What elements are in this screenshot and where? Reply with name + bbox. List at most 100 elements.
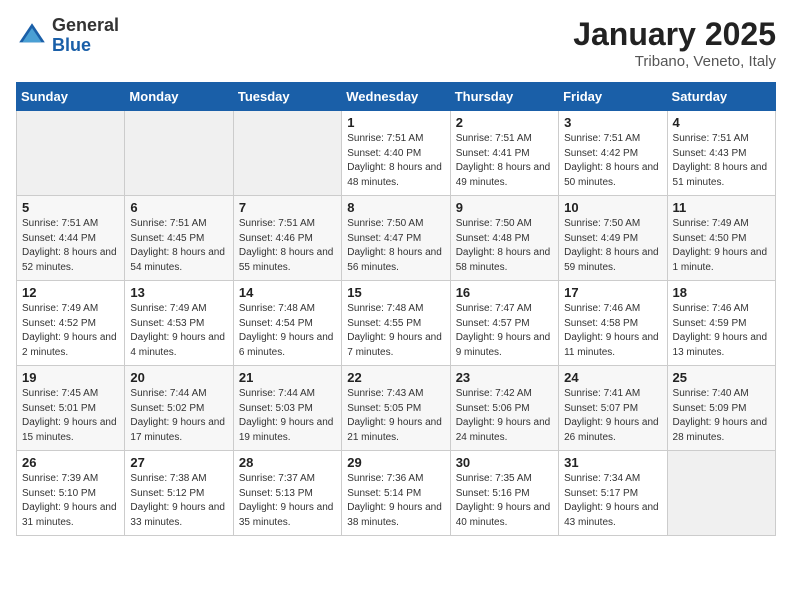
calendar-cell <box>125 111 233 196</box>
day-number: 26 <box>22 455 119 470</box>
calendar-cell: 3Sunrise: 7:51 AMSunset: 4:42 PMDaylight… <box>559 111 667 196</box>
logo-icon <box>16 20 48 52</box>
sunrise-text: Sunrise: 7:38 AM <box>130 472 227 487</box>
calendar-week-row: 19Sunrise: 7:45 AMSunset: 5:01 PMDayligh… <box>17 366 776 451</box>
day-info: Sunrise: 7:34 AMSunset: 5:17 PMDaylight:… <box>564 472 661 530</box>
daylight-text: Daylight: 9 hours and 33 minutes. <box>130 501 227 530</box>
day-info: Sunrise: 7:50 AMSunset: 4:47 PMDaylight:… <box>347 217 444 275</box>
sunrise-text: Sunrise: 7:49 AM <box>22 302 119 317</box>
sunset-text: Sunset: 5:17 PM <box>564 487 661 502</box>
calendar-table: Sunday Monday Tuesday Wednesday Thursday… <box>16 82 776 536</box>
day-number: 2 <box>456 115 553 130</box>
sunset-text: Sunset: 4:52 PM <box>22 317 119 332</box>
day-number: 22 <box>347 370 444 385</box>
calendar-cell: 1Sunrise: 7:51 AMSunset: 4:40 PMDaylight… <box>342 111 450 196</box>
day-info: Sunrise: 7:36 AMSunset: 5:14 PMDaylight:… <box>347 472 444 530</box>
calendar-cell: 13Sunrise: 7:49 AMSunset: 4:53 PMDayligh… <box>125 281 233 366</box>
daylight-text: Daylight: 9 hours and 15 minutes. <box>22 416 119 445</box>
sunset-text: Sunset: 5:16 PM <box>456 487 553 502</box>
day-info: Sunrise: 7:47 AMSunset: 4:57 PMDaylight:… <box>456 302 553 360</box>
calendar-cell <box>667 451 775 536</box>
col-wednesday: Wednesday <box>342 83 450 111</box>
day-info: Sunrise: 7:49 AMSunset: 4:52 PMDaylight:… <box>22 302 119 360</box>
calendar-cell: 14Sunrise: 7:48 AMSunset: 4:54 PMDayligh… <box>233 281 341 366</box>
day-info: Sunrise: 7:40 AMSunset: 5:09 PMDaylight:… <box>673 387 770 445</box>
day-number: 31 <box>564 455 661 470</box>
sunset-text: Sunset: 5:14 PM <box>347 487 444 502</box>
sunrise-text: Sunrise: 7:48 AM <box>347 302 444 317</box>
sunrise-text: Sunrise: 7:40 AM <box>673 387 770 402</box>
logo: General Blue <box>16 16 119 56</box>
day-info: Sunrise: 7:51 AMSunset: 4:40 PMDaylight:… <box>347 132 444 190</box>
day-number: 6 <box>130 200 227 215</box>
sunrise-text: Sunrise: 7:51 AM <box>22 217 119 232</box>
calendar-cell: 12 Sunrise: 7:49 AMSunset: 4:52 PMDayligh… <box>17 281 125 366</box>
daylight-text: Daylight: 9 hours and 43 minutes. <box>564 501 661 530</box>
day-info: Sunrise: 7:48 AMSunset: 4:55 PMDaylight:… <box>347 302 444 360</box>
day-number: 20 <box>130 370 227 385</box>
daylight-text: Daylight: 8 hours and 56 minutes. <box>347 246 444 275</box>
calendar-title: January 2025 <box>573 16 776 53</box>
sunset-text: Sunset: 4:47 PM <box>347 232 444 247</box>
daylight-text: Daylight: 9 hours and 6 minutes. <box>239 331 336 360</box>
sunrise-text: Sunrise: 7:50 AM <box>347 217 444 232</box>
sunset-text: Sunset: 5:03 PM <box>239 402 336 417</box>
calendar-cell: 9Sunrise: 7:50 AMSunset: 4:48 PMDaylight… <box>450 196 558 281</box>
day-number: 17 <box>564 285 661 300</box>
col-sunday: Sunday <box>17 83 125 111</box>
calendar-cell: 8 Sunrise: 7:50 AMSunset: 4:47 PMDaylight… <box>342 196 450 281</box>
daylight-text: Daylight: 8 hours and 48 minutes. <box>347 161 444 190</box>
sunrise-text: Sunrise: 7:51 AM <box>347 132 444 147</box>
col-saturday: Saturday <box>667 83 775 111</box>
calendar-cell: 6Sunrise: 7:51 AMSunset: 4:45 PMDaylight… <box>125 196 233 281</box>
sunset-text: Sunset: 5:07 PM <box>564 402 661 417</box>
calendar-cell: 24Sunrise: 7:41 AMSunset: 5:07 PMDayligh… <box>559 366 667 451</box>
daylight-text: Daylight: 9 hours and 17 minutes. <box>130 416 227 445</box>
sunrise-text: Sunrise: 7:44 AM <box>130 387 227 402</box>
daylight-text: Daylight: 9 hours and 2 minutes. <box>22 331 119 360</box>
calendar-cell: 7 Sunrise: 7:51 AMSunset: 4:46 PMDaylight… <box>233 196 341 281</box>
day-info: Sunrise: 7:39 AMSunset: 5:10 PMDaylight:… <box>22 472 119 530</box>
day-number: 7 <box>239 200 336 215</box>
day-number: 13 <box>130 285 227 300</box>
sunset-text: Sunset: 4:53 PM <box>130 317 227 332</box>
sunset-text: Sunset: 5:02 PM <box>130 402 227 417</box>
day-number: 10 <box>564 200 661 215</box>
daylight-text: Daylight: 8 hours and 54 minutes. <box>130 246 227 275</box>
sunrise-text: Sunrise: 7:41 AM <box>564 387 661 402</box>
day-number: 25 <box>673 370 770 385</box>
sunset-text: Sunset: 5:01 PM <box>22 402 119 417</box>
title-area: January 2025 Tribano, Veneto, Italy <box>573 16 776 70</box>
calendar-cell: 15 Sunrise: 7:48 AMSunset: 4:55 PMDayligh… <box>342 281 450 366</box>
logo-general: General <box>52 16 119 36</box>
daylight-text: Daylight: 9 hours and 35 minutes. <box>239 501 336 530</box>
sunset-text: Sunset: 4:40 PM <box>347 147 444 162</box>
day-number: 8 <box>347 200 444 215</box>
sunrise-text: Sunrise: 7:51 AM <box>673 132 770 147</box>
logo-blue: Blue <box>52 36 119 56</box>
day-number: 12 <box>22 285 119 300</box>
daylight-text: Daylight: 8 hours and 49 minutes. <box>456 161 553 190</box>
sunset-text: Sunset: 5:13 PM <box>239 487 336 502</box>
day-number: 21 <box>239 370 336 385</box>
day-number: 15 <box>347 285 444 300</box>
day-info: Sunrise: 7:51 AMSunset: 4:44 PMDaylight:… <box>22 217 119 275</box>
calendar-cell: 20 Sunrise: 7:44 AMSunset: 5:02 PMDayligh… <box>125 366 233 451</box>
day-info: Sunrise: 7:35 AMSunset: 5:16 PMDaylight:… <box>456 472 553 530</box>
day-info: Sunrise: 7:51 AMSunset: 4:46 PMDaylight:… <box>239 217 336 275</box>
day-number: 29 <box>347 455 444 470</box>
sunrise-text: Sunrise: 7:50 AM <box>564 217 661 232</box>
calendar-week-row: 1Sunrise: 7:51 AMSunset: 4:40 PMDaylight… <box>17 111 776 196</box>
sunrise-text: Sunrise: 7:42 AM <box>456 387 553 402</box>
day-number: 9 <box>456 200 553 215</box>
calendar-cell: 28Sunrise: 7:37 AMSunset: 5:13 PMDayligh… <box>233 451 341 536</box>
calendar-cell: 26 Sunrise: 7:39 AMSunset: 5:10 PMDayligh… <box>17 451 125 536</box>
day-number: 18 <box>673 285 770 300</box>
day-info: Sunrise: 7:41 AMSunset: 5:07 PMDaylight:… <box>564 387 661 445</box>
day-number: 30 <box>456 455 553 470</box>
sunrise-text: Sunrise: 7:50 AM <box>456 217 553 232</box>
calendar-cell: 31 Sunrise: 7:34 AMSunset: 5:17 PMDayligh… <box>559 451 667 536</box>
sunset-text: Sunset: 4:41 PM <box>456 147 553 162</box>
col-friday: Friday <box>559 83 667 111</box>
day-info: Sunrise: 7:46 AMSunset: 4:59 PMDaylight:… <box>673 302 770 360</box>
